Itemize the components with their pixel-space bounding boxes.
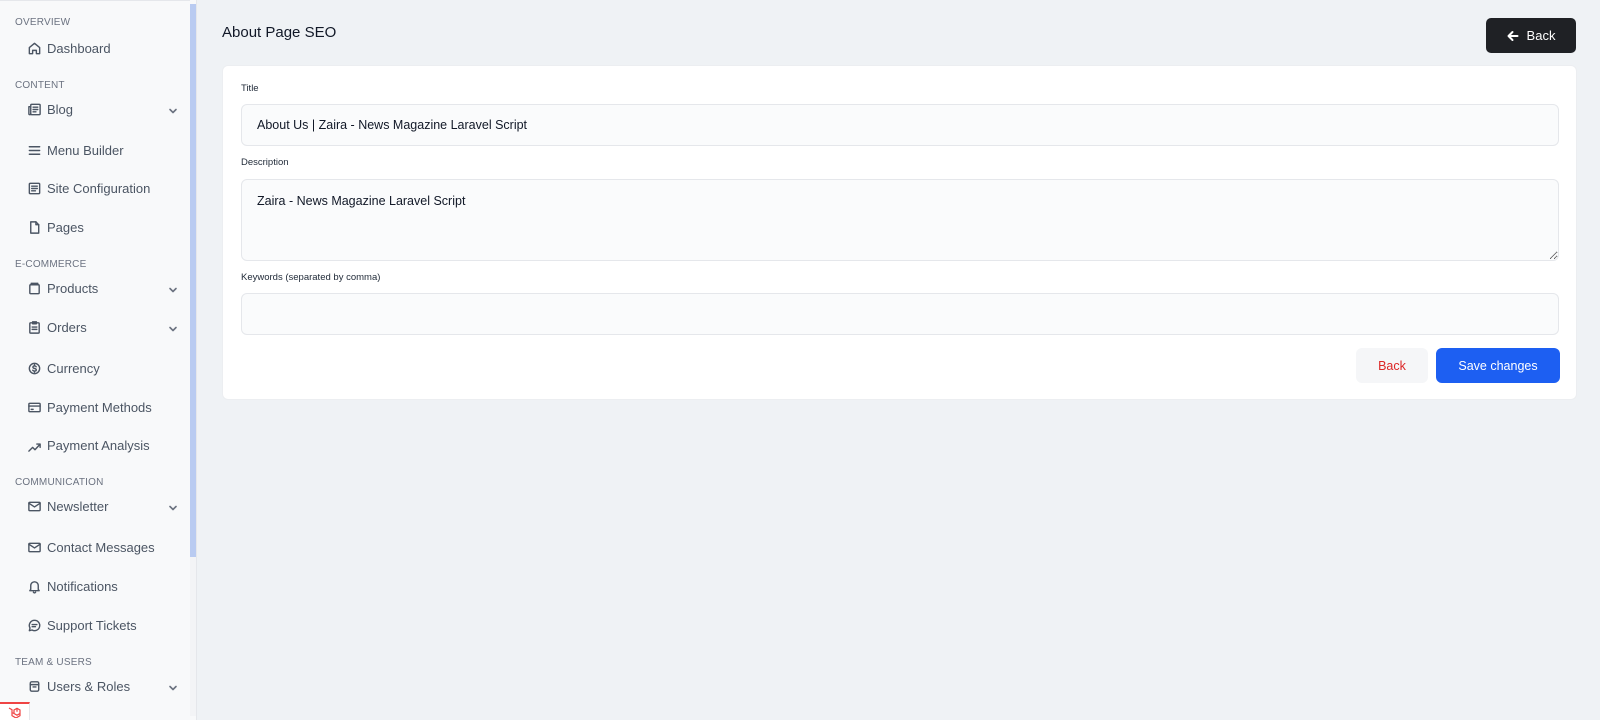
sidebar-item-support-tickets[interactable]: Support Tickets xyxy=(0,609,190,641)
bell-icon xyxy=(26,578,42,594)
list-icon xyxy=(26,180,42,196)
sidebar-item-label: Notifications xyxy=(47,578,118,594)
chat-icon xyxy=(26,617,42,633)
description-label: Description xyxy=(241,157,289,168)
sidebar-item-label: Orders xyxy=(47,319,87,335)
save-changes-button[interactable]: Save changes xyxy=(1436,348,1560,383)
section-title-communication: COMMUNICATION xyxy=(15,477,104,488)
sidebar-item-newsletter[interactable]: Newsletter xyxy=(0,490,190,522)
title-input[interactable] xyxy=(241,104,1559,146)
clipboard-icon xyxy=(26,319,42,335)
file-icon xyxy=(26,219,42,235)
back-button-label: Back xyxy=(1526,28,1556,43)
sidebar-item-label: Blog xyxy=(47,101,74,117)
sidebar-item-label: Menu Builder xyxy=(47,142,124,158)
laravel-logo-icon[interactable] xyxy=(0,702,30,720)
archive-icon xyxy=(26,678,42,694)
sidebar-item-dashboard[interactable]: Dashboard xyxy=(0,32,190,64)
description-textarea[interactable]: Zaira - News Magazine Laravel Script xyxy=(241,179,1559,261)
sidebar-item-payment-methods[interactable]: Payment Methods xyxy=(0,391,190,423)
section-title-content: CONTENT xyxy=(15,80,65,91)
section-title-team-users: TEAM & USERS xyxy=(15,657,92,668)
sidebar-item-label: Contact Messages xyxy=(47,539,155,555)
chevron-down-icon xyxy=(168,103,180,115)
section-title-overview: OVERVIEW xyxy=(15,17,71,28)
sidebar-item-pages[interactable]: Pages xyxy=(0,211,190,243)
sidebar-item-label: Users & Roles xyxy=(47,678,131,694)
chevron-down-icon xyxy=(168,282,180,294)
seo-form-card: Title Description Zaira - News Magazine … xyxy=(222,65,1577,400)
section-title-ecommerce: E-COMMERCE xyxy=(15,259,87,270)
chevron-down-icon xyxy=(168,500,180,512)
sidebar-item-orders[interactable]: Orders xyxy=(0,311,190,343)
keywords-label: Keywords (separated by comma) xyxy=(241,272,381,283)
title-label: Title xyxy=(241,83,259,94)
back-button[interactable]: Back xyxy=(1356,348,1428,383)
sidebar-divider xyxy=(0,0,190,4)
arrow-left-icon xyxy=(1507,30,1519,41)
sidebar-item-label: Support Tickets xyxy=(47,617,137,633)
newspaper-icon xyxy=(26,101,42,117)
sidebar-item-label: Products xyxy=(47,280,99,296)
sidebar-item-label: Payment Analysis xyxy=(47,437,150,453)
mail-icon xyxy=(26,539,42,555)
sidebar-item-label: Pages xyxy=(47,219,84,235)
sidebar-item-label: Dashboard xyxy=(47,40,111,56)
sidebar-item-label: Site Configuration xyxy=(47,180,151,196)
currency-icon xyxy=(26,360,42,376)
box-icon xyxy=(26,280,42,296)
sidebar-item-site-configuration[interactable]: Site Configuration xyxy=(0,172,190,204)
mail-icon xyxy=(26,498,42,514)
chart-icon xyxy=(26,437,42,453)
sidebar-item-contact-messages[interactable]: Contact Messages xyxy=(0,531,190,563)
chevron-down-icon xyxy=(168,321,180,333)
sidebar-item-notifications[interactable]: Notifications xyxy=(0,570,190,602)
sidebar-item-label: Payment Methods xyxy=(47,399,152,415)
sidebar-item-currency[interactable]: Currency xyxy=(0,352,190,384)
sidebar-item-payment-analysis[interactable]: Payment Analysis xyxy=(0,429,190,461)
sidebar-item-users-roles[interactable]: Users & Roles xyxy=(0,670,190,702)
sidebar-item-products[interactable]: Products xyxy=(0,272,190,304)
back-button-top[interactable]: Back xyxy=(1486,18,1576,53)
home-icon xyxy=(26,40,42,56)
sidebar-scrollbar-thumb[interactable] xyxy=(190,4,196,557)
sidebar-item-menu-builder[interactable]: Menu Builder xyxy=(0,134,190,166)
menu-icon xyxy=(26,142,42,158)
sidebar-item-label: Currency xyxy=(47,360,100,376)
chevron-down-icon xyxy=(168,680,180,692)
page-title: About Page SEO xyxy=(222,24,337,41)
sidebar-item-label: Newsletter xyxy=(47,498,109,514)
sidebar: OVERVIEW Dashboard CONTENT Blog Menu Bui… xyxy=(0,0,197,720)
keywords-input[interactable] xyxy=(241,293,1559,335)
sidebar-item-blog[interactable]: Blog xyxy=(0,93,190,125)
credit-card-icon xyxy=(26,399,42,415)
